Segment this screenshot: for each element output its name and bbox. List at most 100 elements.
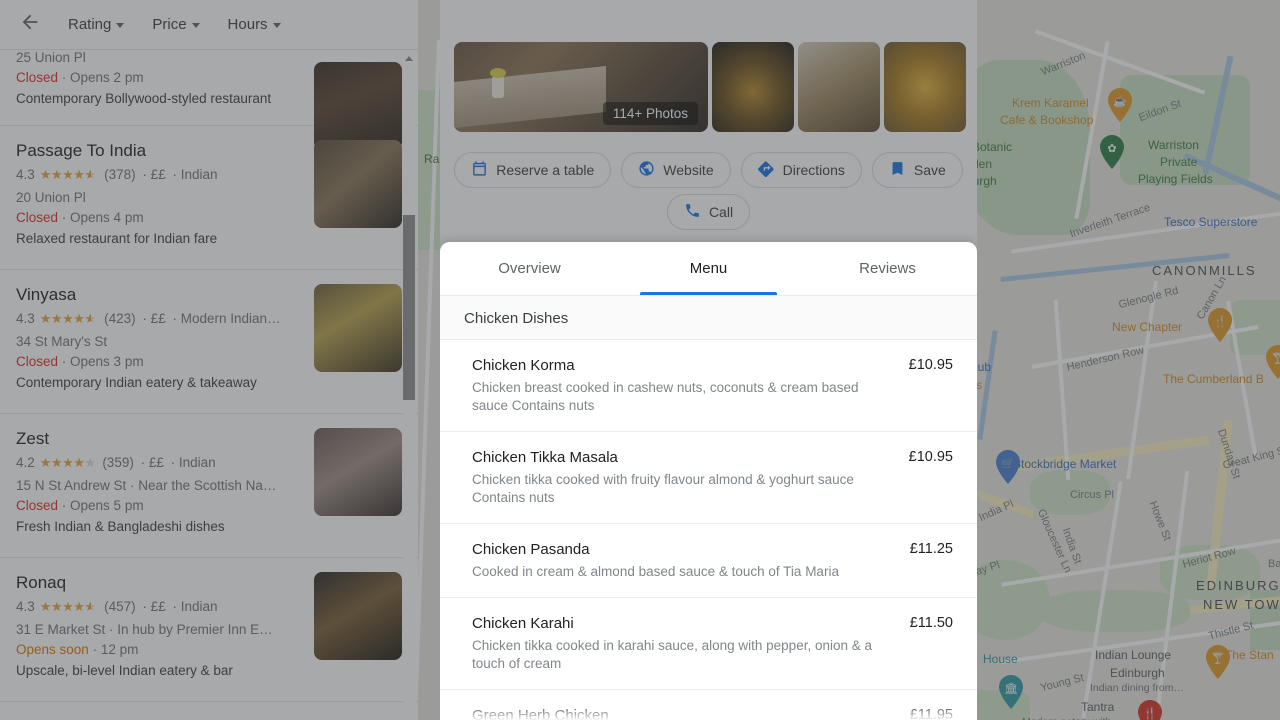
map-label: New Chapter <box>1112 320 1183 334</box>
result-description: Upscale, bi-level Indian eatery & bar <box>16 663 233 678</box>
svg-text:✿: ✿ <box>1107 143 1116 155</box>
result-card[interactable]: Vinyasa 4.3 ★ ★ ★ ★ ★ ★ (423) · ££ · Modern Ind… <box>0 270 418 414</box>
map-label: Modern eatery with <box>1022 716 1111 720</box>
star-rating-icon: ★ ★ ★ ★ ★ ★ <box>39 311 96 326</box>
star-rating-icon: ★ ★ ★ ★ ★ ★ <box>39 599 96 614</box>
search-results-panel: Rating Price Hours 25 Union Pl Closed · O… <box>0 0 418 720</box>
star-rating-icon: ★ ★ ★ ★ ★ ★ <box>39 167 96 182</box>
result-price: · ££ <box>136 455 164 470</box>
menu-item-description: Chicken breast cooked in cashew nuts, co… <box>472 380 859 413</box>
result-card[interactable]: 25 Union Pl Closed · Opens 2 pm Contempora… <box>0 48 418 150</box>
menu-item-name: Chicken Pasanda <box>472 541 590 558</box>
menu-item-description: Cooked in cream & almond based sauce & t… <box>472 564 839 579</box>
result-price: · ££ <box>138 167 166 182</box>
result-card[interactable]: Zest 4.2 ★ ★ ★ ★ ★ (359) · ££ · Indian 15 N St … <box>0 414 418 558</box>
result-description: Fresh Indian & Bangladeshi dishes <box>16 519 225 534</box>
result-thumbnail[interactable] <box>314 284 402 372</box>
map-label: Cafe & Bookshop <box>1000 113 1094 127</box>
result-price: · ££ <box>138 311 166 326</box>
filter-hours[interactable]: Hours <box>218 10 291 39</box>
result-review-count: (378) <box>100 167 136 182</box>
bar-pin[interactable]: 🍸 <box>1265 345 1280 379</box>
map-label: Ra <box>424 152 440 166</box>
park-pin[interactable]: ✿ <box>1099 135 1125 169</box>
tab-label: Reviews <box>859 260 916 277</box>
menu-item[interactable]: Chicken Pasanda Cooked in cream & almond … <box>440 524 977 598</box>
result-category: · Indian <box>168 599 218 614</box>
map-label: EDINBURGH <box>1196 578 1280 593</box>
svg-text:🍴: 🍴 <box>1213 315 1227 328</box>
menu-item-name: Green Herb Chicken <box>472 707 609 720</box>
result-thumbnail[interactable] <box>314 572 402 660</box>
menu-item-name: Chicken Tikka Masala <box>472 449 618 466</box>
bar-pin[interactable]: 🍸 <box>1205 645 1231 679</box>
menu-item-price: £11.25 <box>909 541 953 557</box>
svg-text:🍴: 🍴 <box>1143 707 1157 720</box>
map-label: CANONMILLS <box>1152 263 1257 278</box>
result-review-count: (457) <box>100 599 136 614</box>
menu-item[interactable]: Chicken Korma Chicken breast cooked in ca… <box>440 340 977 432</box>
result-thumbnail[interactable] <box>314 140 402 228</box>
restaurant-pin[interactable]: 🍴 <box>1207 308 1233 342</box>
tab-label: Menu <box>689 260 728 277</box>
tab-reviews[interactable]: Reviews <box>798 242 977 295</box>
tab-label: Overview <box>498 260 561 277</box>
menu-item-price: £10.95 <box>908 449 953 465</box>
menu-item[interactable]: Chicken Tikka Masala Chicken tikka cooked… <box>440 432 977 524</box>
restaurant-pin[interactable]: 🍴 <box>1137 700 1163 720</box>
map-label: lub <box>975 360 992 374</box>
chevron-down-icon <box>191 23 200 28</box>
google-maps-screen: Warriston Eildon St Krem Karamel Cafe & Boo… <box>0 0 1280 720</box>
map-label: Krem Karamel <box>1012 96 1089 110</box>
map-label: Warriston <box>1148 138 1199 152</box>
menu-section-header: Chicken Dishes <box>440 296 977 340</box>
menu-sheet: Overview Menu Reviews Chicken Dishes Chick… <box>440 242 977 720</box>
back-button[interactable] <box>10 5 50 45</box>
scroll-up-arrow-icon[interactable] <box>403 52 415 64</box>
svg-text:🛒: 🛒 <box>1001 457 1015 470</box>
menu-item-description: Chicken tikka cooked in karahi sauce, al… <box>472 638 872 671</box>
result-score: 4.3 <box>16 167 35 182</box>
results-scrollbar-thumb[interactable] <box>403 215 415 400</box>
svg-text:🍸: 🍸 <box>1271 351 1280 365</box>
star-rating-icon: ★ ★ ★ ★ ★ <box>39 455 96 470</box>
tab-overview[interactable]: Overview <box>440 242 619 295</box>
map-label: House <box>983 652 1018 666</box>
menu-item[interactable]: Chicken Karahi Chicken tikka cooked in ka… <box>440 598 977 690</box>
filter-toolbar: Rating Price Hours <box>0 0 418 50</box>
menu-item-price: £11.95 <box>909 707 953 720</box>
result-card[interactable]: Passage To India 4.3 ★ ★ ★ ★ ★ ★ (378) · ££ · I… <box>0 126 418 270</box>
store-pin[interactable]: 🛒 <box>995 450 1021 484</box>
result-status: Opens soon <box>16 642 89 657</box>
map-label: Stockbridge Market <box>1013 457 1117 471</box>
result-open-time: Opens 2 pm <box>70 70 144 85</box>
museum-pin[interactable]: 🏛 <box>998 675 1024 709</box>
svg-text:🍸: 🍸 <box>1211 651 1225 665</box>
back-arrow-icon <box>19 11 41 38</box>
svg-text:🏛: 🏛 <box>1004 682 1018 695</box>
result-status: Closed <box>16 498 59 513</box>
chevron-down-icon <box>272 23 281 28</box>
result-price: · ££ <box>138 599 166 614</box>
tab-menu[interactable]: Menu <box>619 242 798 295</box>
menu-item[interactable]: Green Herb ChickenChicken tikka cooked i… <box>440 690 977 720</box>
place-tabs: Overview Menu Reviews <box>440 242 977 296</box>
cafe-pin[interactable]: ☕ <box>1107 88 1133 122</box>
chevron-down-icon <box>116 23 125 28</box>
result-status: Closed <box>16 70 59 85</box>
filter-hours-label: Hours <box>227 16 268 33</box>
result-thumbnail[interactable] <box>314 428 402 516</box>
result-score: 4.2 <box>16 455 35 470</box>
filter-price[interactable]: Price <box>142 10 209 39</box>
map-label: The Cumberland B <box>1163 372 1264 386</box>
filter-rating[interactable]: Rating <box>58 10 134 39</box>
result-category: · Indian <box>166 455 216 470</box>
filter-price-label: Price <box>152 16 187 33</box>
svg-text:☕: ☕ <box>1113 94 1127 108</box>
result-category: · Indian <box>168 167 218 182</box>
map-label: Edinburgh <box>1110 666 1165 680</box>
menu-item-name: Chicken Karahi <box>472 615 574 632</box>
result-status: Closed <box>16 354 59 369</box>
result-card[interactable]: Ronaq 4.3 ★ ★ ★ ★ ★ ★ (457) · ££ · Indian 31 E M… <box>0 558 418 702</box>
map-label: Indian Lounge <box>1095 648 1172 662</box>
